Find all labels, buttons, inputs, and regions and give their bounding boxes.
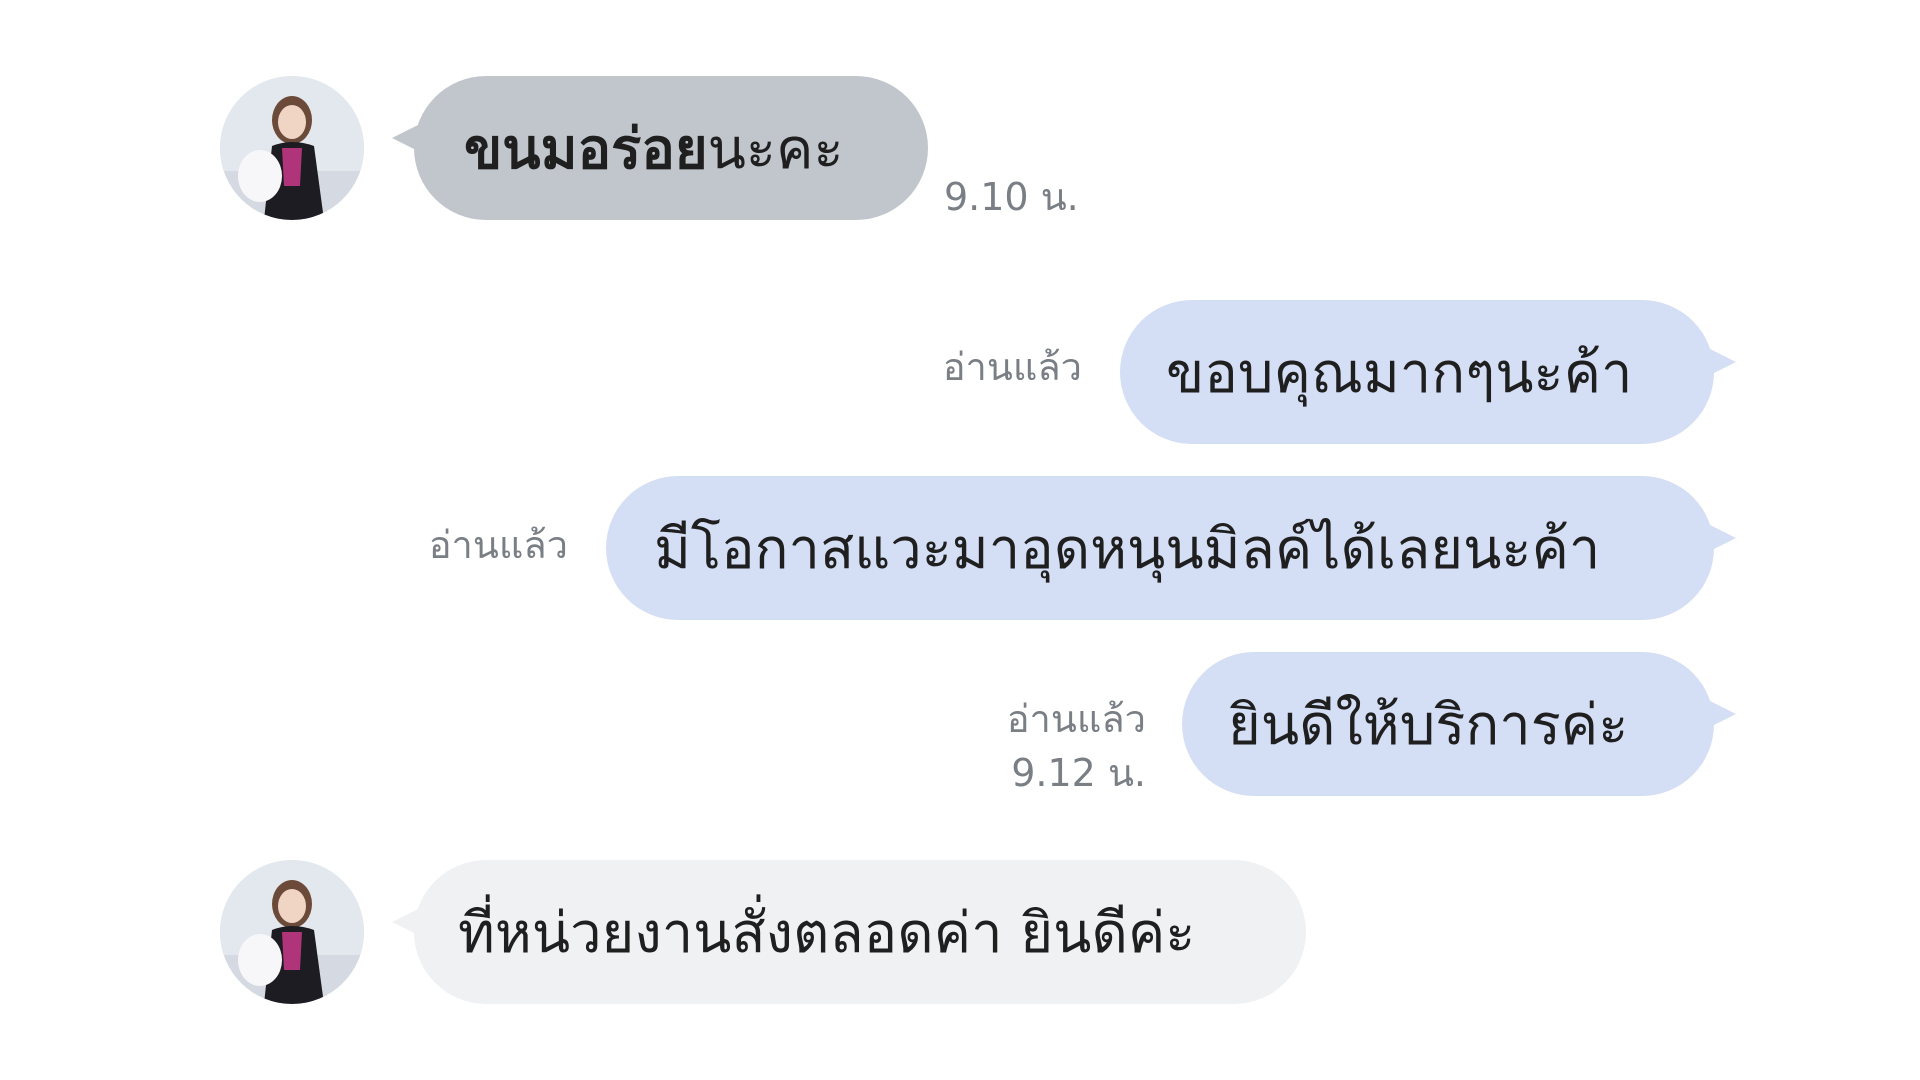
message-bubble-outgoing[interactable]: มีโอกาสแวะมาอุดหนุนมิลค์ได้เลยนะค้า: [606, 476, 1736, 620]
message-text-bold: ขนมอร่อย: [464, 116, 708, 182]
chat-conversation: ขนมอร่อยนะคะ 9.10 น. อ่านแล้ว ขอบคุณมากๆ…: [0, 0, 1920, 1080]
message-text: ที่หน่วยงานสั่งตลอดค่า ยินดีค่ะ: [458, 900, 1196, 966]
read-receipt: อ่านแล้ว: [1006, 697, 1146, 741]
avatar[interactable]: [220, 860, 364, 1004]
message-timestamp: 9.12 น.: [1011, 751, 1146, 795]
message-text: ขนมอร่อยนะคะ: [464, 104, 844, 193]
avatar-photo-icon: [220, 860, 364, 1004]
message-text: ยินดีให้บริการค่ะ: [1228, 692, 1629, 758]
message-bubble-outgoing[interactable]: ขอบคุณมากๆนะค้า: [1120, 300, 1736, 444]
message-text: ขอบคุณมากๆนะค้า: [1166, 340, 1633, 406]
message-bubble-incoming[interactable]: ที่หน่วยงานสั่งตลอดค่า ยินดีค่ะ: [392, 860, 1306, 1004]
read-receipt: อ่านแล้ว: [942, 345, 1082, 389]
message-timestamp: 9.10 น.: [944, 175, 1079, 219]
message-text-rest: นะคะ: [707, 116, 844, 182]
avatar[interactable]: [220, 76, 364, 220]
message-bubble-incoming[interactable]: ขนมอร่อยนะคะ: [392, 76, 928, 220]
avatar-photo-icon: [220, 76, 364, 220]
read-receipt: อ่านแล้ว: [428, 523, 568, 567]
message-bubble-outgoing[interactable]: ยินดีให้บริการค่ะ: [1182, 652, 1736, 796]
message-text: มีโอกาสแวะมาอุดหนุนมิลค์ได้เลยนะค้า: [654, 516, 1601, 582]
